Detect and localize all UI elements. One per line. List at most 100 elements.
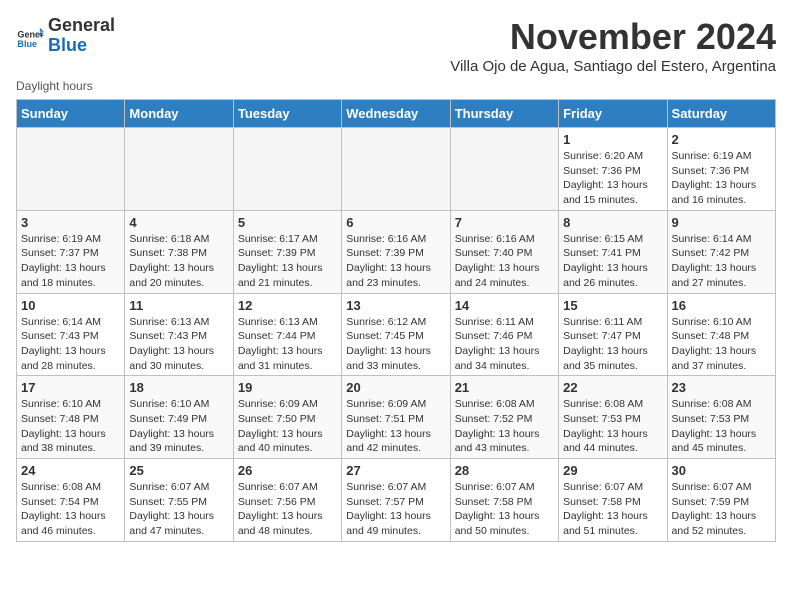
weekday-header-thursday: Thursday bbox=[450, 100, 558, 128]
day-info: Sunrise: 6:10 AMSunset: 7:48 PMDaylight:… bbox=[21, 397, 120, 456]
weekday-header-friday: Friday bbox=[559, 100, 667, 128]
day-info-line: Sunset: 7:36 PM bbox=[672, 165, 750, 177]
day-info: Sunrise: 6:14 AMSunset: 7:42 PMDaylight:… bbox=[672, 232, 771, 291]
day-number: 23 bbox=[672, 380, 771, 395]
day-number: 5 bbox=[238, 215, 337, 230]
calendar-table: SundayMondayTuesdayWednesdayThursdayFrid… bbox=[16, 99, 776, 542]
day-info-line: Daylight: 13 hours and 38 minutes. bbox=[21, 428, 106, 455]
day-number: 28 bbox=[455, 463, 554, 478]
day-info-line: Sunset: 7:59 PM bbox=[672, 496, 750, 508]
day-info: Sunrise: 6:16 AMSunset: 7:40 PMDaylight:… bbox=[455, 232, 554, 291]
logo-icon: General Blue bbox=[16, 22, 44, 50]
logo: General Blue General Blue bbox=[16, 16, 115, 56]
day-info-line: Sunrise: 6:19 AM bbox=[21, 233, 101, 245]
day-info-line: Daylight: 13 hours and 35 minutes. bbox=[563, 345, 648, 372]
day-info-line: Sunset: 7:42 PM bbox=[672, 247, 750, 259]
weekday-header-tuesday: Tuesday bbox=[233, 100, 341, 128]
calendar-cell: 12 Sunrise: 6:13 AM Sunset: 7:44 PM Dayligh… bbox=[233, 293, 341, 376]
day-info-line: Sunset: 7:40 PM bbox=[455, 247, 533, 259]
day-info-line: Sunrise: 6:13 AM bbox=[129, 316, 209, 328]
legend: Daylight hours bbox=[16, 79, 776, 93]
day-info-line: Daylight: 13 hours and 26 minutes. bbox=[563, 262, 648, 289]
day-info-line: Sunrise: 6:16 AM bbox=[346, 233, 426, 245]
day-info-line: Sunrise: 6:20 AM bbox=[563, 150, 643, 162]
day-info-line: Daylight: 13 hours and 42 minutes. bbox=[346, 428, 431, 455]
day-info-line: Sunset: 7:53 PM bbox=[672, 413, 750, 425]
calendar-cell: 2Sunrise: 6:19 AMSunset: 7:36 PMDaylight… bbox=[667, 128, 775, 211]
calendar-cell bbox=[233, 128, 341, 211]
day-info-line: Sunrise: 6:08 AM bbox=[672, 398, 752, 410]
day-info-line: Daylight: 13 hours and 20 minutes. bbox=[129, 262, 214, 289]
calendar-cell: 19Sunrise: 6:09 AMSunset: 7:50 PMDayligh… bbox=[233, 376, 341, 459]
day-number: 30 bbox=[672, 463, 771, 478]
day-info: Sunrise: 6:17 AMSunset: 7:39 PMDaylight:… bbox=[238, 232, 337, 291]
calendar-cell: 3Sunrise: 6:19 AMSunset: 7:37 PMDaylight… bbox=[17, 210, 125, 293]
day-info-line: Sunset: 7:38 PM bbox=[129, 247, 207, 259]
day-info-line: Sunrise: 6:12 AM bbox=[346, 316, 426, 328]
day-info: Sunrise: 6:07 AMSunset: 7:58 PMDaylight:… bbox=[455, 480, 554, 539]
day-info: Sunrise: 6:15 AMSunset: 7:41 PMDaylight:… bbox=[563, 232, 662, 291]
day-info: Sunrise: 6:13 AMSunset: 7:43 PMDaylight:… bbox=[129, 315, 228, 374]
calendar-cell: 26Sunrise: 6:07 AMSunset: 7:56 PMDayligh… bbox=[233, 459, 341, 542]
svg-text:Blue: Blue bbox=[17, 39, 37, 49]
day-info: Sunrise: 6:09 AMSunset: 7:51 PMDaylight:… bbox=[346, 397, 445, 456]
calendar-cell: 20Sunrise: 6:09 AMSunset: 7:51 PMDayligh… bbox=[342, 376, 450, 459]
calendar-cell: 22Sunrise: 6:08 AMSunset: 7:53 PMDayligh… bbox=[559, 376, 667, 459]
day-info: Sunrise: 6:10 AMSunset: 7:48 PMDaylight:… bbox=[672, 315, 771, 374]
day-number: 11 bbox=[129, 298, 228, 313]
day-info-line: Daylight: 13 hours and 49 minutes. bbox=[346, 510, 431, 537]
day-info: Sunrise: 6:09 AMSunset: 7:50 PMDaylight:… bbox=[238, 397, 337, 456]
day-info-line: Sunrise: 6:15 AM bbox=[563, 233, 643, 245]
day-info-line: Daylight: 13 hours and 37 minutes. bbox=[672, 345, 757, 372]
day-info: Sunrise: 6:18 AMSunset: 7:38 PMDaylight:… bbox=[129, 232, 228, 291]
day-info-line: Sunset: 7:44 PM bbox=[238, 330, 316, 342]
day-info-line: Daylight: 13 hours and 31 minutes. bbox=[238, 345, 323, 372]
day-number: 21 bbox=[455, 380, 554, 395]
day-info-line: Sunrise: 6:07 AM bbox=[129, 481, 209, 493]
day-info-line: Sunrise: 6:17 AM bbox=[238, 233, 318, 245]
day-info-line: Daylight: 13 hours and 16 minutes. bbox=[672, 179, 757, 206]
day-info-line: Sunset: 7:37 PM bbox=[21, 247, 99, 259]
day-info-line: Sunset: 7:45 PM bbox=[346, 330, 424, 342]
day-info-line: Sunrise: 6:13 AM bbox=[238, 316, 318, 328]
day-info-line: Sunset: 7:43 PM bbox=[129, 330, 207, 342]
day-info-line: Sunrise: 6:07 AM bbox=[238, 481, 318, 493]
calendar-week-4: 17 Sunrise: 6:10 AMSunset: 7:48 PMDayligh… bbox=[17, 376, 776, 459]
day-info-line: Sunset: 7:58 PM bbox=[563, 496, 641, 508]
calendar-cell: 28 Sunrise: 6:07 AMSunset: 7:58 PMDayligh… bbox=[450, 459, 558, 542]
day-number: 17 bbox=[21, 380, 120, 395]
day-info-line: Sunrise: 6:07 AM bbox=[672, 481, 752, 493]
day-info-line: Sunset: 7:53 PM bbox=[563, 413, 641, 425]
day-info-line: Sunset: 7:43 PM bbox=[21, 330, 99, 342]
day-number: 29 bbox=[563, 463, 662, 478]
day-number: 1 bbox=[563, 132, 662, 147]
day-number: 16 bbox=[672, 298, 771, 313]
calendar-cell: 25Sunrise: 6:07 AMSunset: 7:55 PMDayligh… bbox=[125, 459, 233, 542]
calendar-week-2: 3 Sunrise: 6:19 AM Sunset: 7:37 PM Daylight… bbox=[17, 210, 776, 293]
day-info: Sunrise: 6:11 AMSunset: 7:46 PMDaylight:… bbox=[455, 315, 554, 374]
day-info: Sunrise: 6:19 AMSunset: 7:36 PMDaylight:… bbox=[672, 149, 771, 208]
calendar-cell: 29 Sunrise: 6:07 AMSunset: 7:58 PMDayligh… bbox=[559, 459, 667, 542]
day-info: Sunrise: 6:07 AMSunset: 7:57 PMDaylight:… bbox=[346, 480, 445, 539]
calendar-cell: 16 Sunrise: 6:10 AMSunset: 7:48 PMDayligh… bbox=[667, 293, 775, 376]
day-number: 13 bbox=[346, 298, 445, 313]
day-info-line: Daylight: 13 hours and 47 minutes. bbox=[129, 510, 214, 537]
day-info-line: Daylight: 13 hours and 34 minutes. bbox=[455, 345, 540, 372]
calendar-cell bbox=[450, 128, 558, 211]
header: General Blue General Blue November 2024 … bbox=[16, 16, 776, 75]
calendar-cell bbox=[125, 128, 233, 211]
weekday-header-wednesday: Wednesday bbox=[342, 100, 450, 128]
day-info-line: Sunset: 7:49 PM bbox=[129, 413, 207, 425]
day-number: 27 bbox=[346, 463, 445, 478]
day-number: 3 bbox=[21, 215, 120, 230]
day-info-line: Sunset: 7:56 PM bbox=[238, 496, 316, 508]
day-info: Sunrise: 6:07 AMSunset: 7:58 PMDaylight:… bbox=[563, 480, 662, 539]
day-number: 12 bbox=[238, 298, 337, 313]
calendar-cell: 8Sunrise: 6:15 AMSunset: 7:41 PMDaylight… bbox=[559, 210, 667, 293]
day-info-line: Sunrise: 6:16 AM bbox=[455, 233, 535, 245]
calendar-cell bbox=[17, 128, 125, 211]
day-info-line: Daylight: 13 hours and 52 minutes. bbox=[672, 510, 757, 537]
calendar-cell: 15Sunrise: 6:11 AMSunset: 7:47 PMDayligh… bbox=[559, 293, 667, 376]
day-info: Sunrise: 6:11 AMSunset: 7:47 PMDaylight:… bbox=[563, 315, 662, 374]
day-info-line: Sunrise: 6:08 AM bbox=[21, 481, 101, 493]
